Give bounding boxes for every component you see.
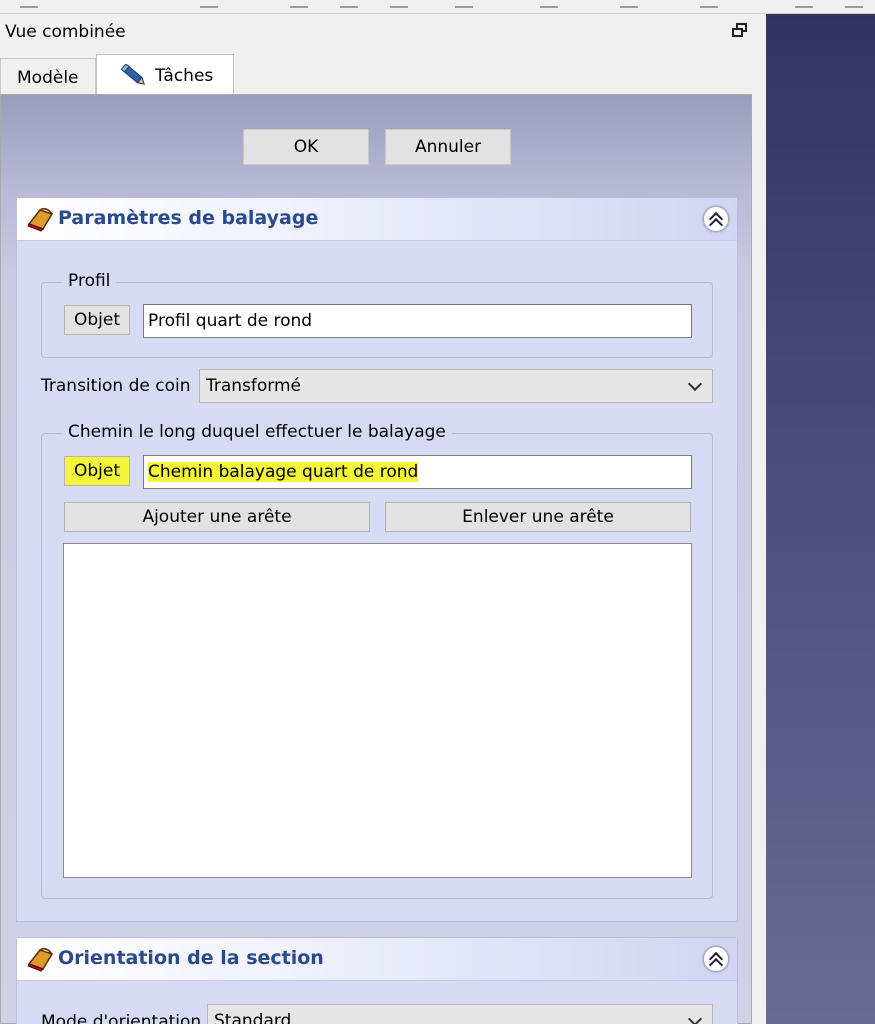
toolbar-icon[interactable]: [20, 0, 38, 8]
group-title: Chemin le long duquel effectuer le balay…: [62, 422, 452, 442]
chevron-down-icon: [687, 376, 703, 392]
tab-tasks[interactable]: Tâches: [96, 54, 234, 96]
toolbar-icon[interactable]: [340, 0, 358, 8]
group-title: Profil: [62, 271, 117, 291]
chevron-down-icon: [687, 1011, 703, 1024]
section-title: Orientation de la section: [58, 947, 324, 969]
profile-object-button[interactable]: Objet: [64, 305, 130, 335]
corner-transition-label: Transition de coin: [41, 376, 191, 396]
section-title: Paramètres de balayage: [58, 207, 319, 229]
remove-edge-button[interactable]: Enlever une arête: [385, 502, 691, 532]
ok-button[interactable]: OK: [243, 129, 369, 165]
sweep-icon: [27, 207, 54, 232]
orientation-mode-select[interactable]: Standard: [207, 1004, 713, 1024]
corner-transition-select[interactable]: Transformé: [199, 369, 713, 403]
profile-field[interactable]: Profil quart de rond: [143, 304, 692, 338]
toolbar-icon[interactable]: [390, 0, 408, 8]
toolbar-icon[interactable]: [540, 0, 558, 8]
path-group: Chemin le long duquel effectuer le balay…: [41, 422, 713, 899]
panel-splitter[interactable]: [758, 14, 766, 1024]
select-value: Standard: [214, 1011, 292, 1024]
toolbar-icon[interactable]: [845, 0, 863, 8]
chevron-double-up-icon[interactable]: [703, 946, 729, 973]
profile-group: Profil Objet Profil quart de rond: [41, 271, 713, 358]
task-panel: OK Annuler Paramètres de balayage Profil…: [0, 94, 752, 1024]
edge-list[interactable]: [63, 543, 692, 878]
tab-label: Tâches: [155, 65, 214, 86]
pencil-icon: [120, 63, 146, 85]
path-field[interactable]: Chemin balayage quart de rond: [143, 455, 692, 489]
path-object-button[interactable]: Objet: [64, 456, 130, 486]
add-edge-button[interactable]: Ajouter une arête: [64, 502, 370, 532]
toolbar-icon[interactable]: [455, 0, 473, 8]
toolbar-icon[interactable]: [200, 0, 218, 8]
toolbar-icon[interactable]: [700, 0, 718, 8]
tab-model[interactable]: Modèle: [0, 58, 96, 96]
sweep-icon: [27, 947, 54, 972]
window-float-icon[interactable]: [731, 22, 749, 40]
select-value: Transformé: [206, 376, 302, 396]
panel-title: Vue combinée: [5, 22, 126, 42]
cancel-button[interactable]: Annuler: [385, 129, 511, 165]
3d-viewport[interactable]: [766, 14, 875, 1024]
chevron-double-up-icon[interactable]: [703, 206, 729, 233]
orientation-mode-label: Mode d'orientation: [41, 1012, 202, 1024]
combo-view-panel: Vue combinée Modèle Tâches OK Annuler Pa…: [0, 14, 758, 1024]
toolbar-icon[interactable]: [795, 0, 813, 8]
section-orientation-box: Orientation de la section Mode d'orienta…: [16, 937, 738, 1024]
toolbar-icon[interactable]: [290, 0, 308, 8]
toolbar-icon[interactable]: [620, 0, 638, 8]
toolbar-strip: [0, 0, 875, 14]
section-header: Paramètres de balayage: [17, 198, 737, 241]
sweep-parameters-box: Paramètres de balayage Profil Objet Prof…: [16, 197, 738, 922]
tab-label: Modèle: [17, 67, 79, 88]
section-header: Orientation de la section: [17, 938, 737, 981]
path-value: Chemin balayage quart de rond: [148, 462, 419, 482]
